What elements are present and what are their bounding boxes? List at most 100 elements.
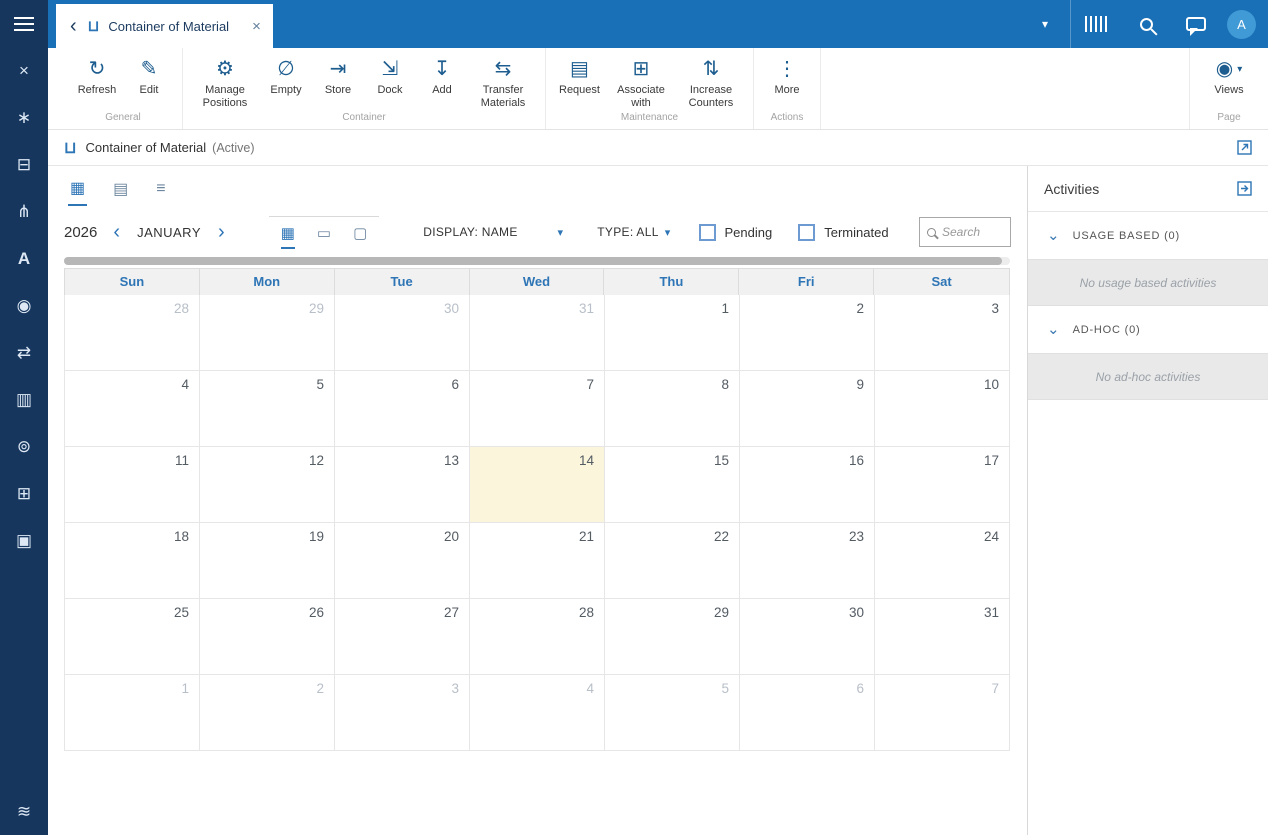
calendar-day[interactable]: 25	[65, 599, 200, 675]
calendar-day[interactable]: 4	[65, 371, 200, 447]
edit-button[interactable]: ✎ Edit	[126, 55, 172, 99]
automation-icon[interactable]: ⊚	[0, 423, 48, 470]
calendar-day[interactable]: 28	[65, 295, 200, 371]
open-panel-icon[interactable]	[1237, 181, 1252, 196]
agenda-view-icon[interactable]: ▤	[111, 171, 130, 205]
calendar-mode-group: ▦ ▭ ▢	[268, 215, 380, 249]
calendar-day[interactable]: 30	[740, 599, 875, 675]
transfer-materials-button[interactable]: ⇆ Transfer Materials	[471, 55, 535, 111]
calendar-day[interactable]: 26	[200, 599, 335, 675]
calendar-day[interactable]: 2	[740, 295, 875, 371]
more-button[interactable]: ⋮ More	[764, 55, 810, 99]
data-icon[interactable]: ⊞	[0, 470, 48, 517]
avatar[interactable]: A	[1227, 9, 1256, 39]
calendar-day[interactable]: 14	[470, 447, 605, 523]
popout-icon[interactable]	[1237, 140, 1252, 155]
calendar-day[interactable]: 6	[335, 371, 470, 447]
calendar-day[interactable]: 31	[875, 599, 1010, 675]
list-view-icon[interactable]: ≡	[154, 172, 167, 204]
empty-button[interactable]: ∅ Empty	[263, 55, 309, 99]
calendar-day[interactable]: 16	[740, 447, 875, 523]
calendar-day[interactable]: 20	[335, 523, 470, 599]
calendar-day[interactable]: 31	[470, 295, 605, 371]
views-button[interactable]: ◉ ▾ Views	[1206, 55, 1252, 99]
calendar-day[interactable]: 19	[200, 523, 335, 599]
prev-month-chevron[interactable]: ‹	[97, 222, 136, 242]
calendar-day[interactable]: 3	[875, 295, 1010, 371]
calendar-day[interactable]: 24	[875, 523, 1010, 599]
terminated-checkbox[interactable]: Terminated	[798, 223, 889, 241]
calendar-day[interactable]: 23	[740, 523, 875, 599]
search-box[interactable]	[919, 217, 1011, 247]
chat-icon[interactable]	[1171, 0, 1221, 48]
month-view-icon[interactable]: ▦	[280, 224, 295, 249]
display-filter-dropdown[interactable]: DISPLAY: NAME ▾	[423, 225, 563, 239]
close-icon[interactable]: ×	[0, 47, 48, 94]
next-month-chevron[interactable]: ›	[202, 222, 241, 242]
calendar-day[interactable]: 17	[875, 447, 1010, 523]
calendar-day[interactable]: 30	[335, 295, 470, 371]
search-input[interactable]	[942, 225, 1000, 239]
barcode-icon[interactable]	[1071, 0, 1121, 48]
calendar-day[interactable]: 2	[200, 675, 335, 751]
calendar-day[interactable]: 1	[605, 295, 740, 371]
refresh-button[interactable]: ↻ Refresh	[74, 55, 120, 99]
store-button[interactable]: ⇥ Store	[315, 55, 361, 99]
tab-close-icon[interactable]: ×	[252, 18, 261, 35]
calendar-day[interactable]: 21	[470, 523, 605, 599]
calendar-day[interactable]: 7	[875, 675, 1010, 751]
calendar-grid: 28 29 30 31 1 2 3 4 5 6 7 8 9 10 11 12 13 14 15 16 17 18 19 20 2…	[64, 295, 1010, 751]
back-chevron-icon[interactable]: ‹	[68, 16, 79, 36]
add-download-icon: ↧	[433, 58, 451, 80]
dropdown-caret-icon[interactable]: ▾	[1020, 0, 1070, 48]
fonts-icon[interactable]: A	[0, 235, 48, 282]
activity-section-header[interactable]: ⌄ USAGE BASED (0)	[1028, 212, 1268, 259]
associate-with-button[interactable]: ⊞ Associate with	[609, 55, 673, 111]
calendar-day[interactable]: 22	[605, 523, 740, 599]
week-view-icon[interactable]: ▭	[317, 224, 331, 249]
window-icon[interactable]: ▣	[0, 517, 48, 564]
calendar-day[interactable]: 6	[740, 675, 875, 751]
search-magnifier-icon	[927, 227, 936, 237]
calendar-day[interactable]: 13	[335, 447, 470, 523]
day-view-icon[interactable]: ▢	[353, 224, 367, 249]
calendar-view-icon[interactable]: ▦	[68, 170, 88, 206]
hierarchy-icon[interactable]: ⋔	[0, 188, 48, 235]
reports-icon[interactable]: ▥	[0, 376, 48, 423]
request-button[interactable]: ▤ Request	[556, 55, 603, 99]
manage-positions-button[interactable]: ⚙ Manage Positions	[193, 55, 257, 111]
search-icon[interactable]	[1121, 0, 1171, 48]
database-icon[interactable]: ⊟	[0, 141, 48, 188]
calendar-day[interactable]: 7	[470, 371, 605, 447]
add-button[interactable]: ↧ Add	[419, 55, 465, 99]
targets-icon[interactable]: ◉	[0, 282, 48, 329]
calendar-day[interactable]: 29	[200, 295, 335, 371]
increase-counters-button[interactable]: ⇅ Increase Counters	[679, 55, 743, 111]
calendar-day[interactable]: 1	[65, 675, 200, 751]
calendar-day[interactable]: 8	[605, 371, 740, 447]
activity-section-header[interactable]: ⌄ AD-HOC (0)	[1028, 306, 1268, 353]
calendar-day[interactable]: 9	[740, 371, 875, 447]
apps-icon[interactable]: ∗	[0, 94, 48, 141]
calendar-day[interactable]: 11	[65, 447, 200, 523]
calendar-day[interactable]: 12	[200, 447, 335, 523]
dock-button[interactable]: ⇲ Dock	[367, 55, 413, 99]
calendar-day[interactable]: 5	[200, 371, 335, 447]
views-eye-icon: ◉	[1215, 58, 1234, 80]
calendar-day[interactable]: 10	[875, 371, 1010, 447]
calendar-day[interactable]: 3	[335, 675, 470, 751]
calendar-day[interactable]: 27	[335, 599, 470, 675]
calendar-day[interactable]: 4	[470, 675, 605, 751]
pending-checkbox[interactable]: Pending	[698, 223, 772, 241]
signal-icon[interactable]: ≋	[0, 788, 48, 835]
menu-icon[interactable]	[0, 0, 48, 47]
scrollbar-thumb[interactable]	[64, 257, 1002, 265]
calendar-day[interactable]: 29	[605, 599, 740, 675]
type-filter-dropdown[interactable]: TYPE: ALL ▾	[597, 225, 670, 239]
tab-container-of-material[interactable]: ‹ ⊔ Container of Material ×	[56, 4, 273, 48]
calendar-day[interactable]: 5	[605, 675, 740, 751]
calendar-day[interactable]: 15	[605, 447, 740, 523]
calendar-day[interactable]: 18	[65, 523, 200, 599]
transfer-icon[interactable]: ⇄	[0, 329, 48, 376]
calendar-day[interactable]: 28	[470, 599, 605, 675]
